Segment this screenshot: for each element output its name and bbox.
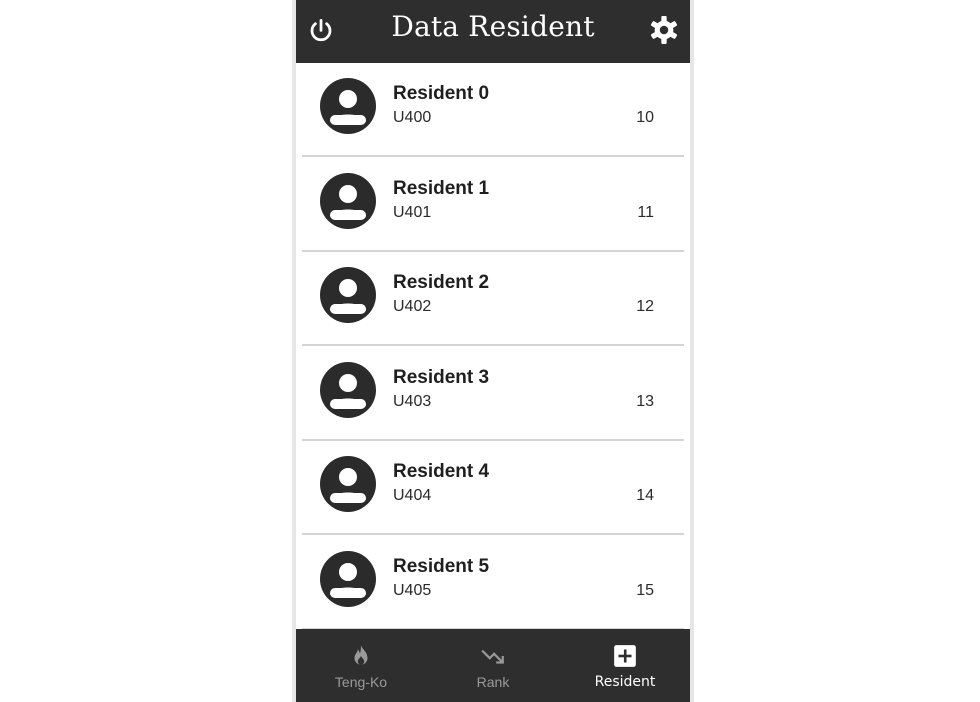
- resident-code: U405: [393, 582, 432, 599]
- list-item[interactable]: Resident 0 U400 10: [296, 63, 690, 157]
- resident-value: 11: [637, 203, 654, 221]
- tab-teng-ko[interactable]: Teng-Ko: [296, 629, 426, 702]
- resident-name: Resident 4: [393, 461, 490, 483]
- phone-frame: Data Resident Resident 0 U400 10 Resident 1…: [292, 0, 694, 702]
- avatar-icon: [320, 267, 376, 324]
- resident-code: U402: [393, 298, 432, 316]
- avatar-icon: [320, 456, 376, 513]
- resident-name: Resident 1: [393, 177, 490, 199]
- flame-icon: [354, 645, 368, 665]
- resident-name: Resident 2: [393, 272, 490, 294]
- list-item[interactable]: Resident 4 U404 14: [296, 441, 690, 536]
- list-item[interactable]: Resident 3 U403 13: [296, 347, 690, 441]
- list-item[interactable]: Resident 5 U405 15: [296, 536, 690, 629]
- resident-code: U401: [393, 203, 432, 221]
- resident-value: 12: [636, 298, 654, 316]
- list-item[interactable]: Resident 2 U402 12: [296, 252, 690, 347]
- bottom-navigation: Teng-Ko Rank Resident: [296, 629, 690, 702]
- gear-icon[interactable]: [648, 14, 680, 46]
- page-title: Data Resident: [391, 10, 595, 43]
- resident-value: 15: [636, 582, 654, 599]
- app-bar: Data Resident: [296, 0, 690, 63]
- trending-down-icon: [481, 649, 504, 664]
- resident-list[interactable]: Resident 0 U400 10 Resident 1 U401 11 Resident…: [296, 63, 690, 629]
- add-box-icon: [614, 645, 636, 667]
- tab-rank[interactable]: Rank: [428, 629, 558, 702]
- resident-value: 10: [636, 109, 654, 126]
- avatar-icon: [320, 172, 376, 229]
- resident-name: Resident 5: [393, 556, 490, 577]
- avatar-icon: [320, 551, 376, 607]
- avatar-icon: [320, 361, 376, 418]
- resident-code: U403: [393, 392, 432, 410]
- tab-label: Teng-Ko: [334, 674, 388, 690]
- list-item[interactable]: Resident 1 U401 11: [296, 158, 690, 252]
- frame-edge-right: [690, 0, 694, 702]
- resident-code: U404: [393, 487, 432, 505]
- resident-value: 13: [636, 392, 654, 410]
- tab-resident[interactable]: Resident: [560, 629, 690, 702]
- tab-label: Rank: [476, 674, 510, 690]
- resident-value: 14: [636, 487, 654, 505]
- resident-code: U400: [393, 109, 432, 126]
- resident-name: Resident 0: [393, 83, 490, 104]
- tab-label: Resident: [594, 674, 656, 690]
- avatar-icon: [320, 78, 376, 134]
- resident-name: Resident 3: [393, 366, 490, 388]
